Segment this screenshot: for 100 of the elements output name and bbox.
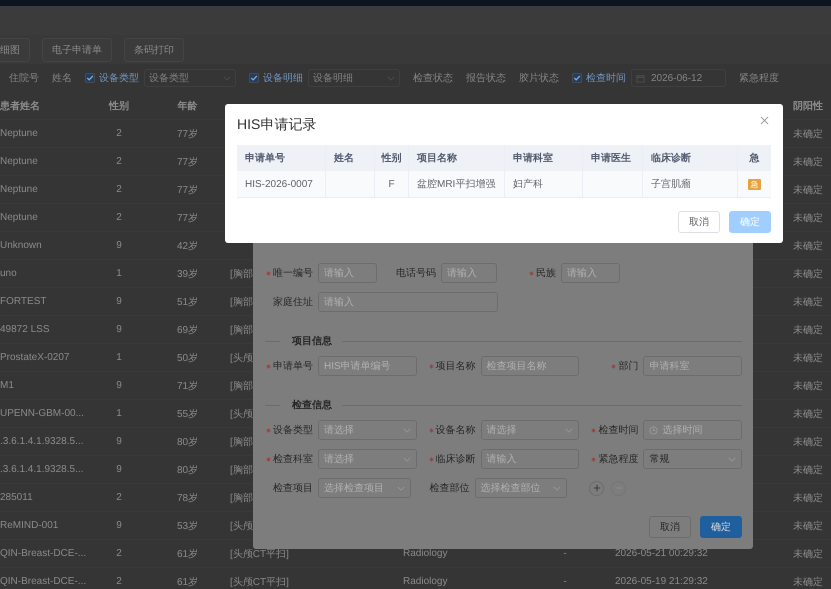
close-icon[interactable] <box>760 116 769 125</box>
field-label: 紧急程度 <box>598 452 638 466</box>
checkbox-icon <box>572 73 582 83</box>
table-cell-text: 55岁 <box>176 408 200 420</box>
table-cell: - <box>563 576 567 587</box>
table-cell: 盆腔MRI平扫增强 <box>409 171 505 197</box>
filter-select[interactable]: 设备类型 <box>144 69 236 87</box>
filter-label: 紧急程度 <box>739 72 779 85</box>
table-cell-text: 未确定 <box>792 296 824 308</box>
field-label: 设备类型 <box>273 424 313 437</box>
filter-label: 姓名 <box>52 72 72 85</box>
required-icon <box>428 456 434 462</box>
required-icon <box>591 428 596 432</box>
table-cell-text: 未确定 <box>792 380 824 392</box>
table-cell-text: 42岁 <box>176 240 200 252</box>
section-title: 项目信息 <box>290 334 333 348</box>
table-cell-text: Neptune <box>0 212 39 223</box>
confirm-button[interactable]: 确定 <box>700 516 742 538</box>
field-label: 检查项目 <box>273 482 313 495</box>
table-cell-text: 77岁 <box>176 128 200 140</box>
field-label: 项目名称 <box>436 360 476 373</box>
required-icon <box>591 456 596 462</box>
table-cell-text: 50岁 <box>176 352 200 364</box>
table-cell: [胸部 <box>230 492 253 504</box>
table-cell: [胸部 <box>230 296 253 308</box>
filter-checkbox[interactable]: 设备明细 <box>249 71 303 85</box>
table-cell-text: QIN-Breast-DCE-... <box>0 576 88 587</box>
table-cell-text: 49872 LSS <box>0 324 50 335</box>
column-header: 阴阳性 <box>792 100 824 112</box>
filter-checkbox[interactable]: 设备类型 <box>85 71 139 85</box>
table-cell-text: 未确定 <box>792 184 824 196</box>
table-cell: [头颅CT平扫] <box>230 548 289 560</box>
required-icon <box>266 456 271 462</box>
date-field[interactable]: 2026-06-12 <box>631 69 726 87</box>
cancel-button[interactable]: 取消 <box>678 211 720 233</box>
table-cell-text: 61岁 <box>176 548 200 560</box>
table-cell-text: 9 <box>115 436 123 447</box>
table-cell: [胸部 <box>230 464 253 476</box>
table-cell-text: 80岁 <box>176 464 200 476</box>
table-cell: [头颅 <box>230 520 253 532</box>
table-cell-text: 9 <box>115 520 123 531</box>
chevron-down-icon <box>565 428 574 432</box>
table-cell-text: 61岁 <box>176 576 200 588</box>
table-cell-text: 2 <box>115 156 123 167</box>
column-header: 年龄 <box>176 100 198 112</box>
table-cell-text: 77岁 <box>176 156 200 168</box>
table-cell-text: 77岁 <box>176 184 200 196</box>
field-label: 检查部位 <box>430 482 470 495</box>
field-label: 检查科室 <box>273 452 313 466</box>
toolbar-button[interactable]: 条码打印 <box>124 38 184 62</box>
table-cell: Radiology <box>403 576 448 587</box>
table-cell-text: 53岁 <box>176 520 200 532</box>
field-label: 检查时间 <box>598 424 638 437</box>
filter-label: 胶片状态 <box>519 72 559 85</box>
table-cell-text: Unknown <box>0 240 43 251</box>
clock-icon <box>649 426 658 434</box>
chevron-down-icon <box>396 486 405 490</box>
filter-label: 住院号 <box>9 72 39 85</box>
table-cell-text: 78岁 <box>176 492 200 504</box>
chevron-down-icon <box>402 456 411 462</box>
table-cell-text: 未确定 <box>792 268 824 280</box>
add-button[interactable] <box>589 480 604 496</box>
table-cell-text: uno <box>0 268 18 279</box>
table-cell-text: Neptune <box>0 184 39 195</box>
table-cell: [头颅 <box>230 408 253 420</box>
field-label: 申请单号 <box>273 360 313 373</box>
table-cell-text: 9 <box>115 464 123 475</box>
table-cell-text: M1 <box>0 380 15 391</box>
chevron-down-icon <box>728 456 736 462</box>
table-cell-text: 未确定 <box>792 492 824 504</box>
table-cell-text: 未确定 <box>792 436 824 448</box>
toolbar-button[interactable]: 细图 <box>0 38 30 62</box>
chevron-down-icon <box>387 76 395 80</box>
checkbox-icon <box>249 73 259 83</box>
table-cell-text: 1 <box>115 268 123 279</box>
table-cell: [胸部 <box>230 268 253 280</box>
filter-label: 报告状态 <box>466 72 506 85</box>
toolbar-button[interactable]: 电子申请单 <box>42 38 112 62</box>
required-icon <box>611 364 616 368</box>
plus-icon <box>592 484 601 492</box>
table-cell-text: 2 <box>115 548 123 559</box>
table-cell-text: 未确定 <box>792 240 824 252</box>
required-icon <box>266 428 271 432</box>
table-cell-text: 2 <box>115 128 123 139</box>
table-cell: 2026-05-21 00:29:32 <box>615 548 708 559</box>
cancel-button[interactable]: 取消 <box>649 516 691 538</box>
table-cell-text: 未确定 <box>792 352 824 364</box>
table-cell-text: UPENN-GBM-00... <box>0 408 85 419</box>
table-cell-text: 51岁 <box>176 296 200 308</box>
field-label: 设备名称 <box>436 424 476 437</box>
table-cell: [胸部 <box>230 436 253 448</box>
table-cell-text: ReMIND-001 <box>0 520 60 531</box>
field-label: 部门 <box>618 360 638 373</box>
table-cell: 子宫肌瘤 <box>643 171 738 197</box>
filter-checkbox[interactable]: 检查时间 <box>572 71 626 85</box>
table-cell-text: 71岁 <box>176 380 200 392</box>
chevron-down-icon <box>223 76 231 80</box>
input-field[interactable]: 常规 <box>643 449 742 469</box>
required-icon <box>266 364 271 368</box>
filter-select[interactable]: 设备明细 <box>308 69 400 87</box>
